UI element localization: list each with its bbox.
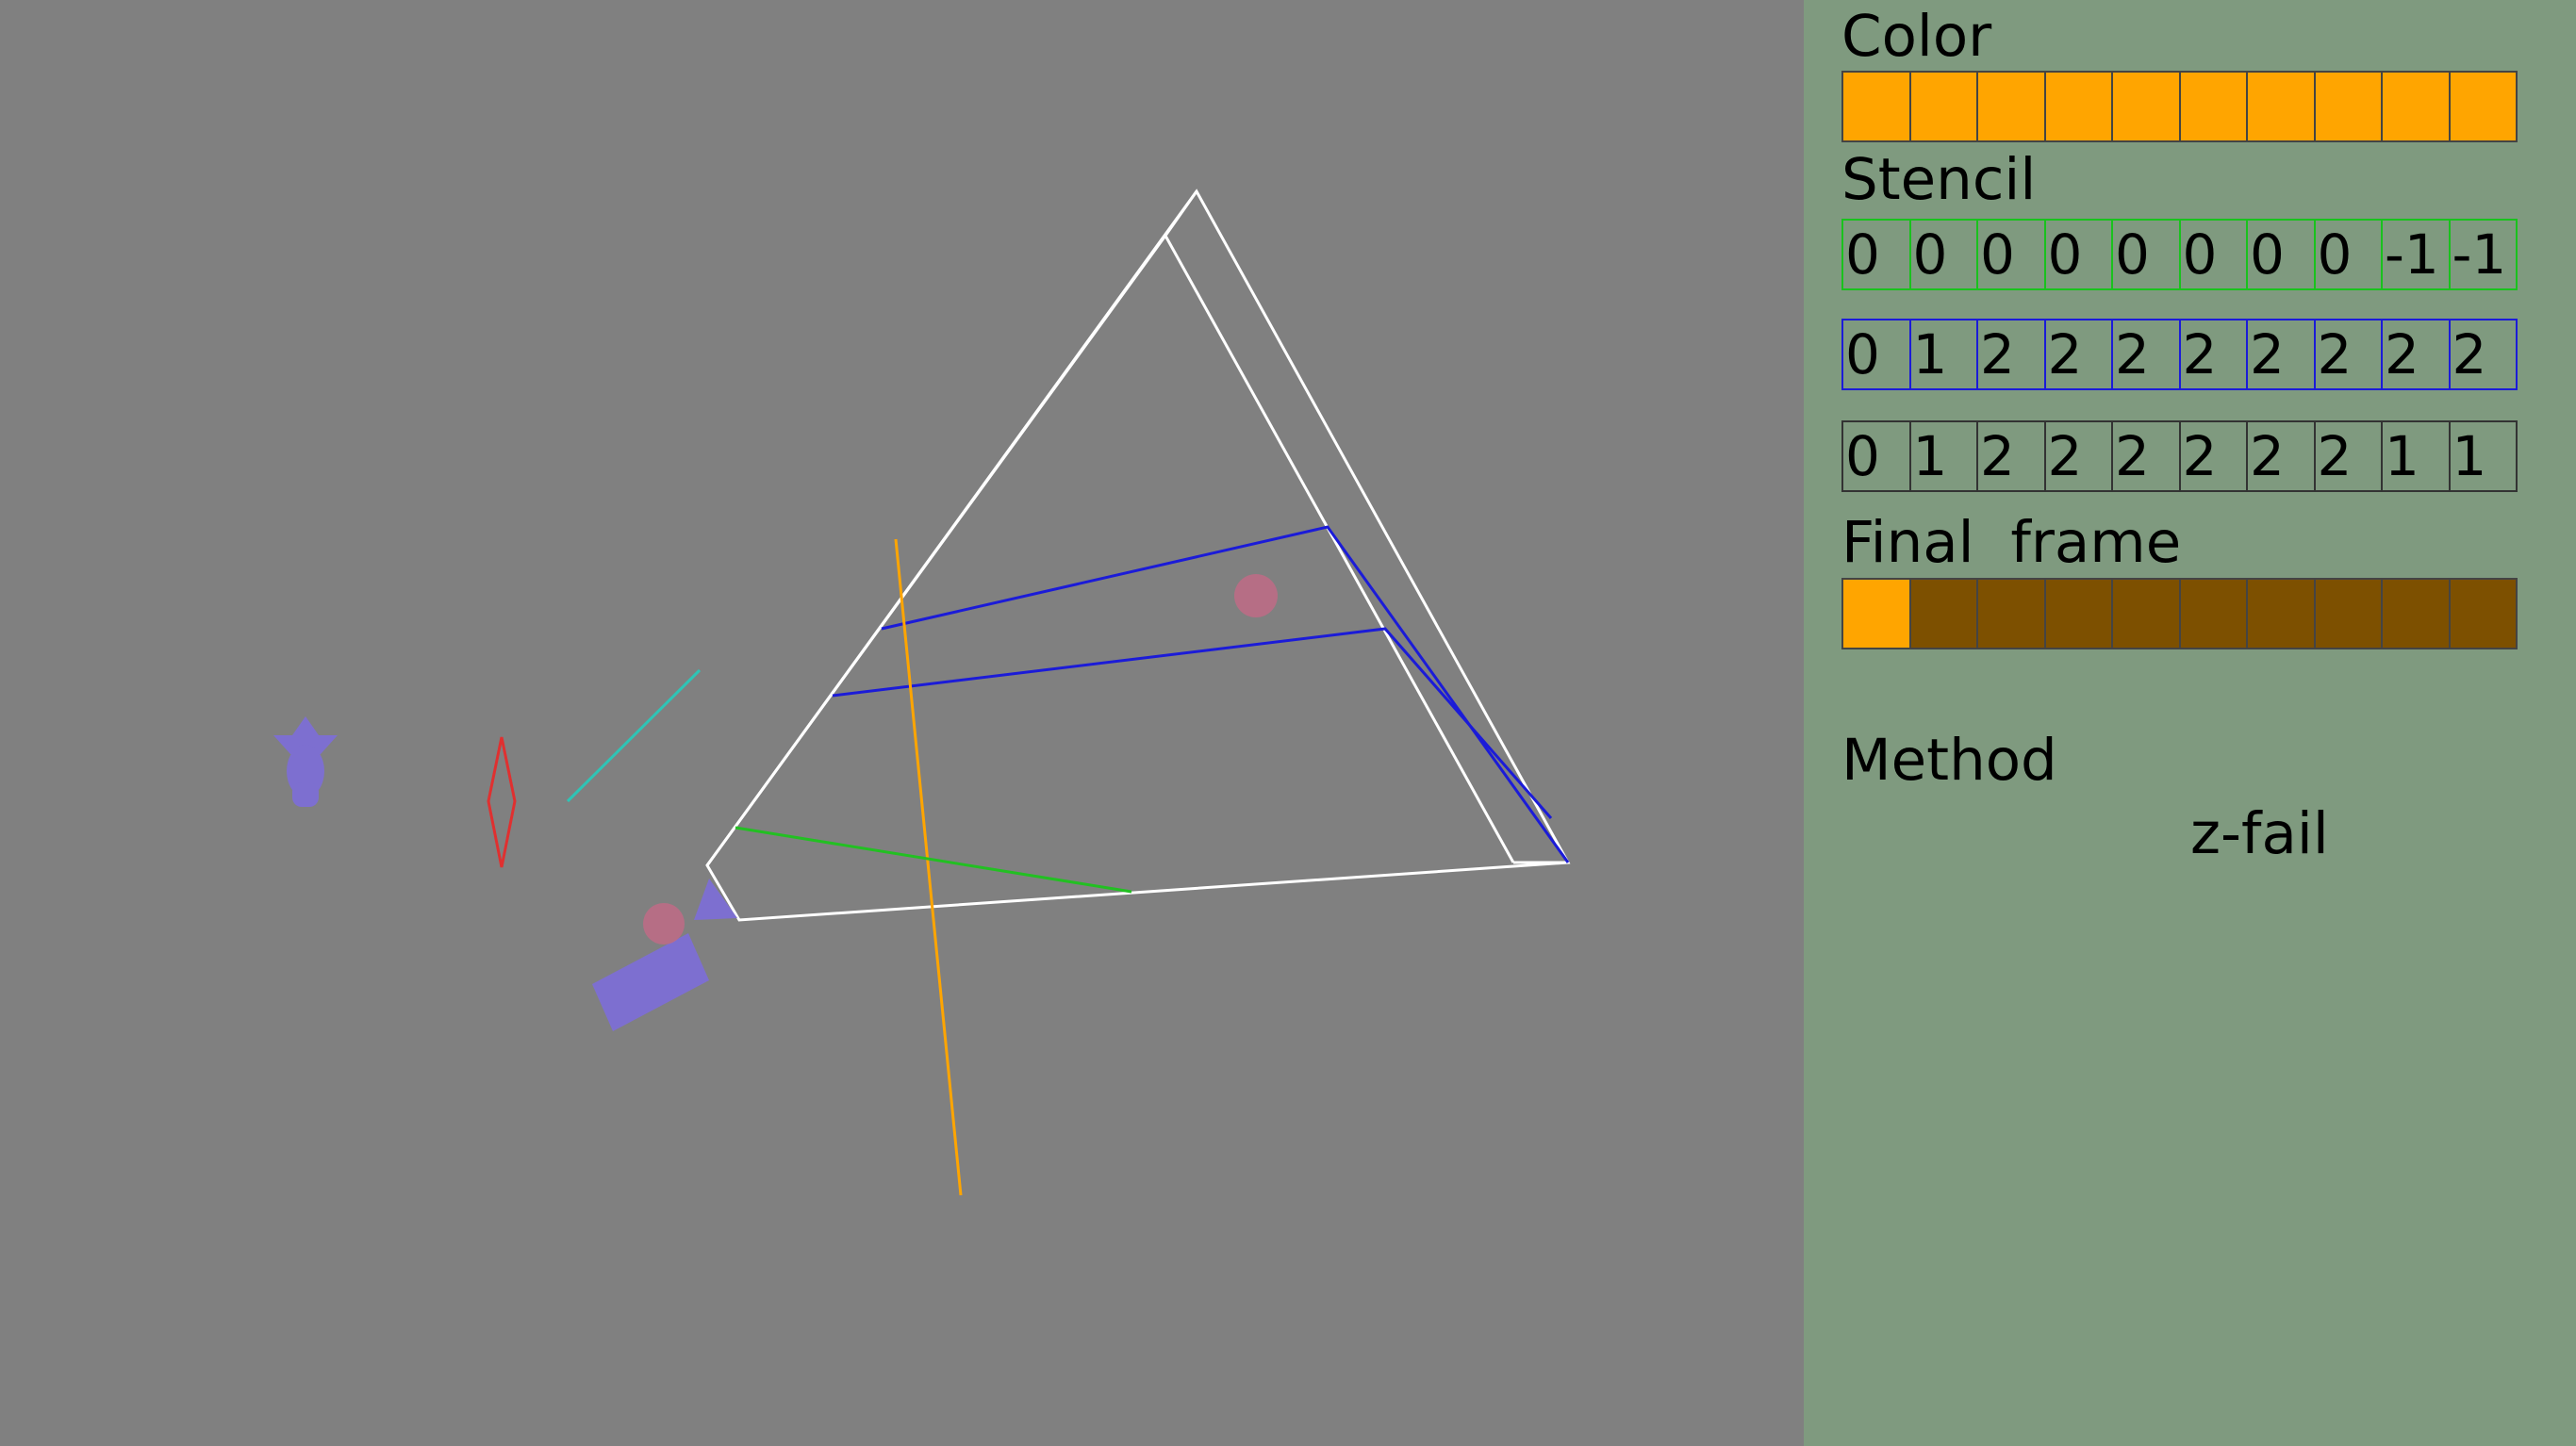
pyramid-wireframe — [705, 189, 1571, 922]
color-cell-1 — [1908, 71, 1978, 142]
stencil-cell: 2 — [2448, 319, 2518, 390]
color-buffer-row — [1841, 71, 2518, 142]
diamond-marker[interactable] — [487, 736, 517, 868]
stencil-cell: 2 — [2178, 420, 2248, 492]
color-cell-7 — [2313, 71, 2383, 142]
stencil-cell: 2 — [2111, 420, 2181, 492]
final-frame-cell-3 — [2043, 578, 2113, 649]
ground-line — [735, 826, 1132, 894]
pyramid-inner-edge-left — [705, 190, 1198, 866]
stencil-cell: 0 — [1841, 319, 1911, 390]
final-frame-cell-8 — [2381, 578, 2451, 649]
stencil-cell: 0 — [2043, 219, 2113, 290]
stencil-cell: 2 — [2381, 319, 2451, 390]
color-cell-0 — [1841, 71, 1911, 142]
view-ray — [894, 538, 963, 1196]
camera-icon[interactable] — [592, 879, 737, 1031]
scene-viewport[interactable] — [0, 0, 1804, 1446]
final-frame-cell-5 — [2178, 578, 2248, 649]
color-cell-8 — [2381, 71, 2451, 142]
method-value[interactable]: z-fail — [2190, 805, 2329, 863]
scene-canvas — [273, 189, 1571, 1196]
stencil-cell: 2 — [2246, 420, 2316, 492]
stencil-cell: 1 — [2448, 420, 2518, 492]
final-frame-cell-6 — [2246, 578, 2316, 649]
color-cell-9 — [2448, 71, 2518, 142]
shadow-volume-lower-edge — [832, 627, 1553, 819]
stencil-cell: 2 — [1976, 319, 2046, 390]
stencil-cell: 1 — [1908, 420, 1978, 492]
color-cell-6 — [2246, 71, 2316, 142]
color-cell-2 — [1976, 71, 2046, 142]
stencil-cell: 2 — [1976, 420, 2046, 492]
stencil-cell: -1 — [2381, 219, 2451, 290]
stencil-cell: 0 — [1841, 420, 1911, 492]
light-source-icon[interactable] — [273, 716, 338, 807]
info-panel: Color Stencil 0 0 0 0 0 0 0 0 -1 -1 0122222222 01… — [1804, 0, 2576, 1446]
shadow-volume — [832, 525, 1570, 863]
stencil-cell: 2 — [2111, 319, 2181, 390]
final-frame-cell-7 — [2313, 578, 2383, 649]
color-cell-5 — [2178, 71, 2248, 142]
pyramid-outer-edges — [705, 189, 1571, 922]
stencil-cell: -1 — [2448, 219, 2518, 290]
ball[interactable] — [1234, 574, 1278, 617]
color-cell-3 — [2043, 71, 2113, 142]
color-cell-4 — [2111, 71, 2181, 142]
final-frame-cell-4 — [2111, 578, 2181, 649]
stencil-cell: 0 — [1908, 219, 1978, 290]
shadow-volume-upper-edge — [881, 525, 1570, 863]
pyramid-inner-edge-right — [1164, 235, 1515, 863]
stencil-cell: 2 — [2043, 420, 2113, 492]
method-label: Method — [1841, 727, 2057, 794]
final-frame-row — [1841, 578, 2518, 649]
stencil-cell: 0 — [2111, 219, 2181, 290]
stencil-cell: 1 — [1908, 319, 1978, 390]
stencil-cell: 2 — [2178, 319, 2248, 390]
stencil-cell: 2 — [2313, 319, 2383, 390]
light-ray — [566, 668, 702, 803]
final-frame-cell-9 — [2448, 578, 2518, 649]
stencil-cell: 0 — [1841, 219, 1911, 290]
stencil-row-blue: 0122222222 — [1841, 319, 2518, 390]
stencil-cell: 0 — [2246, 219, 2316, 290]
stencil-cell: 0 — [2313, 219, 2383, 290]
stencil-cell: 2 — [2313, 420, 2383, 492]
stencil-row-green: 0 0 0 0 0 0 0 0 -1 -1 — [1841, 219, 2518, 290]
final-frame-cell-0 — [1841, 578, 1911, 649]
color-title: Color — [1841, 3, 1992, 70]
stencil-cell: 2 — [2246, 319, 2316, 390]
stencil-cell: 1 — [2381, 420, 2451, 492]
stencil-cell: 0 — [1976, 219, 2046, 290]
final-frame-title: Final frame — [1841, 509, 2182, 576]
stencil-title: Stencil — [1841, 146, 2037, 213]
final-frame-cell-1 — [1908, 578, 1978, 649]
stencil-cell: 2 — [2043, 319, 2113, 390]
stencil-cell: 0 — [2178, 219, 2248, 290]
stencil-row-gray: 0122222211 — [1841, 420, 2518, 492]
final-frame-cell-2 — [1976, 578, 2046, 649]
